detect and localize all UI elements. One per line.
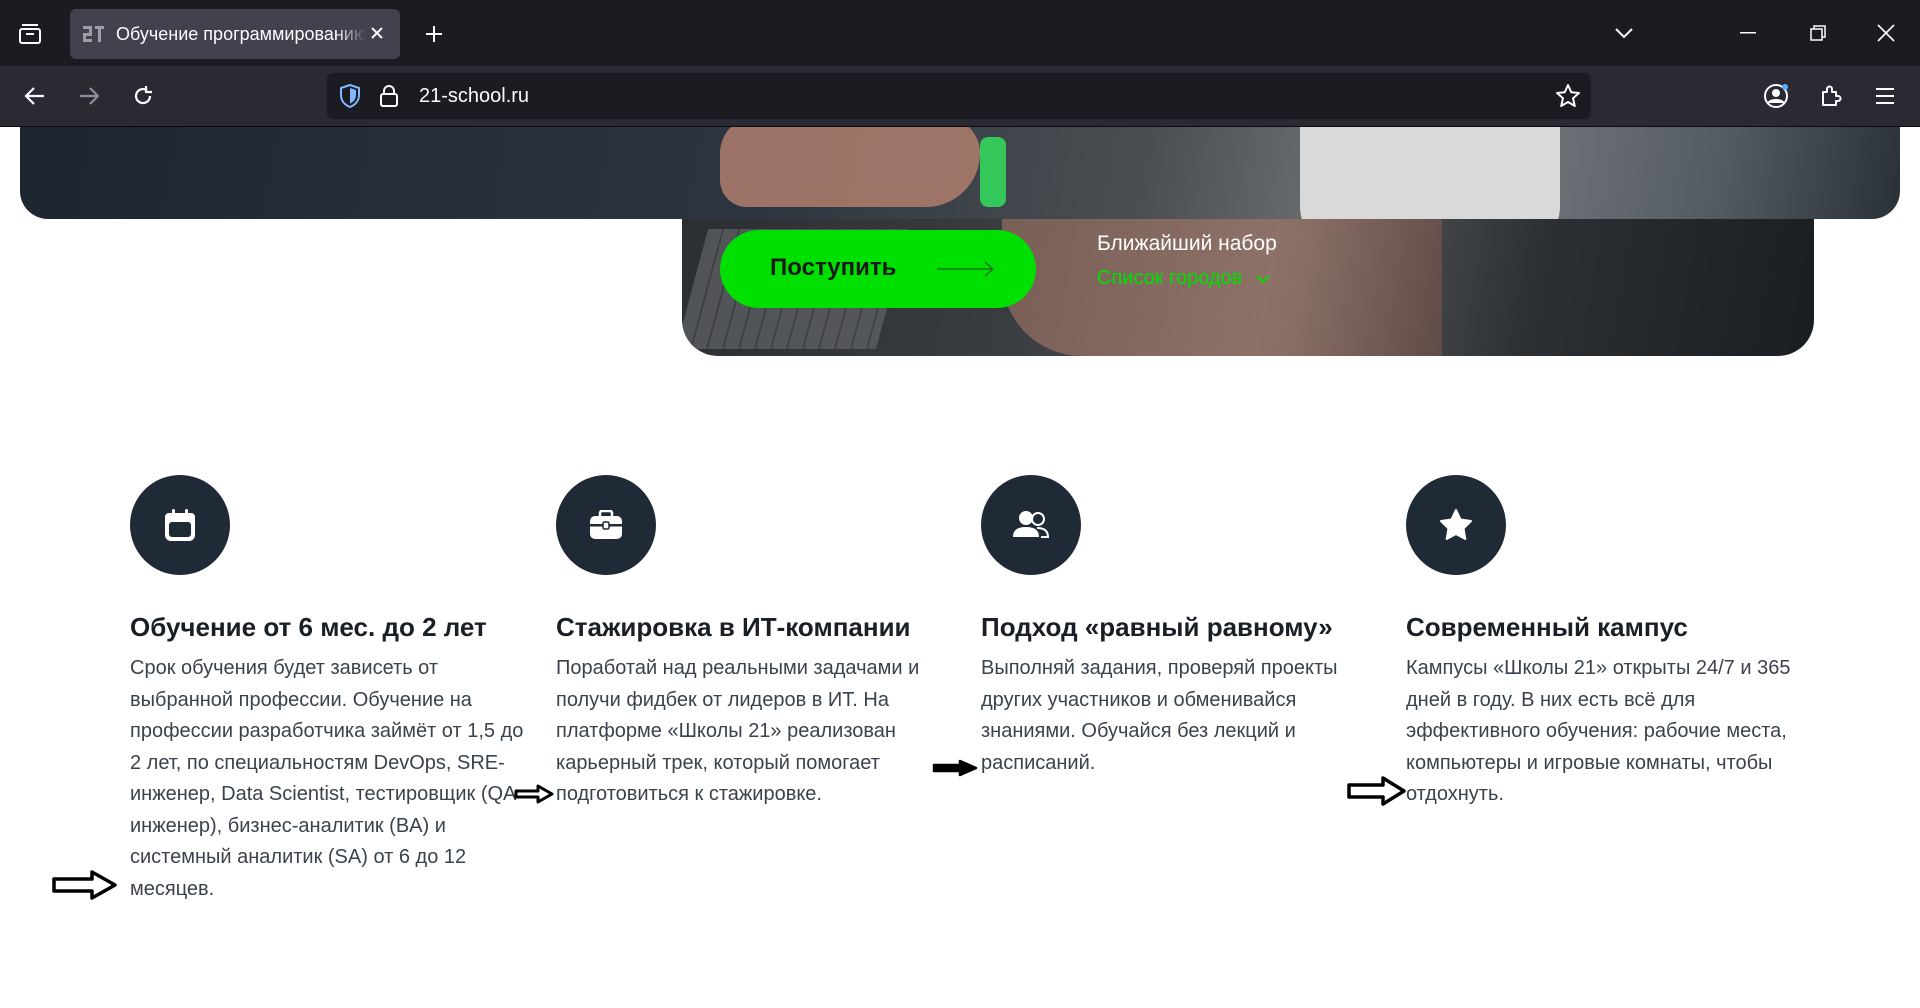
next-intake-label: Ближайший набор	[1097, 232, 1277, 255]
apply-button-label: Поступить	[770, 254, 897, 281]
account-icon[interactable]	[1757, 78, 1795, 114]
feature-title: Обучение от 6 мес. до 2 лет	[130, 612, 487, 642]
users-icon	[1013, 511, 1049, 538]
tab-overflow-chevron-icon[interactable]	[1606, 16, 1642, 50]
site-favicon-icon	[82, 22, 106, 46]
city-list-dropdown[interactable]: Список городов	[1097, 267, 1271, 290]
browser-nav-bar: 21-school.ru	[0, 66, 1920, 127]
annotation-arrow-icon	[52, 870, 117, 900]
feature-description: Срок обучения будет зависеть от выбранно…	[130, 657, 524, 900]
arrow-right-icon	[936, 260, 996, 283]
feature-description: Кампусы «Школы 21» открыты 24/7 и 365 дн…	[1406, 657, 1791, 805]
back-icon[interactable]	[16, 78, 54, 114]
new-tab-icon[interactable]	[418, 18, 450, 50]
url-text[interactable]: 21-school.ru	[419, 85, 529, 108]
page-content: Поступить Ближайший набор Список городов…	[0, 127, 1920, 1008]
hero-image	[20, 127, 1900, 219]
address-bar[interactable]: 21-school.ru	[327, 73, 1591, 119]
reload-icon[interactable]	[124, 78, 162, 114]
briefcase-icon	[590, 510, 622, 539]
annotation-arrow-icon	[932, 759, 978, 777]
feature-title: Современный кампус	[1406, 612, 1688, 642]
forward-icon[interactable]	[70, 78, 108, 114]
annotation-arrow-icon	[1347, 776, 1406, 806]
feature-icon-circle	[556, 475, 656, 575]
tab-list-icon[interactable]	[12, 18, 48, 50]
feature-description: Поработай над реальными задачами и получ…	[556, 657, 920, 805]
lock-icon[interactable]	[379, 84, 399, 113]
star-icon	[1440, 509, 1472, 540]
bookmark-star-icon[interactable]	[1555, 83, 1581, 114]
feature-title: Стажировка в ИТ-компании	[556, 612, 911, 642]
browser-tab[interactable]: Обучение программированию	[70, 9, 400, 59]
feature-icon-circle	[130, 475, 230, 575]
extensions-icon[interactable]	[1812, 78, 1850, 114]
apply-button[interactable]: Поступить	[720, 230, 1036, 308]
close-tab-icon[interactable]	[366, 22, 388, 44]
browser-tab-bar: Обучение программированию	[0, 0, 1920, 66]
feature-description: Выполняй задания, проверяй проекты други…	[981, 657, 1338, 774]
tracking-protection-shield-icon[interactable]	[339, 83, 361, 113]
tab-title: Обучение программированию	[116, 23, 366, 44]
restore-icon[interactable]	[1800, 16, 1836, 50]
chevron-down-icon	[1256, 274, 1271, 283]
feature-icon-circle	[1406, 475, 1506, 575]
city-list-label: Список городов	[1097, 267, 1243, 289]
feature-title: Подход «равный равному»	[981, 612, 1333, 642]
calendar-icon	[165, 509, 195, 541]
annotation-arrow-icon	[514, 784, 554, 804]
close-window-icon[interactable]	[1868, 16, 1904, 50]
minimize-icon[interactable]	[1730, 16, 1766, 50]
menu-icon[interactable]	[1866, 78, 1904, 114]
feature-icon-circle	[981, 475, 1081, 575]
